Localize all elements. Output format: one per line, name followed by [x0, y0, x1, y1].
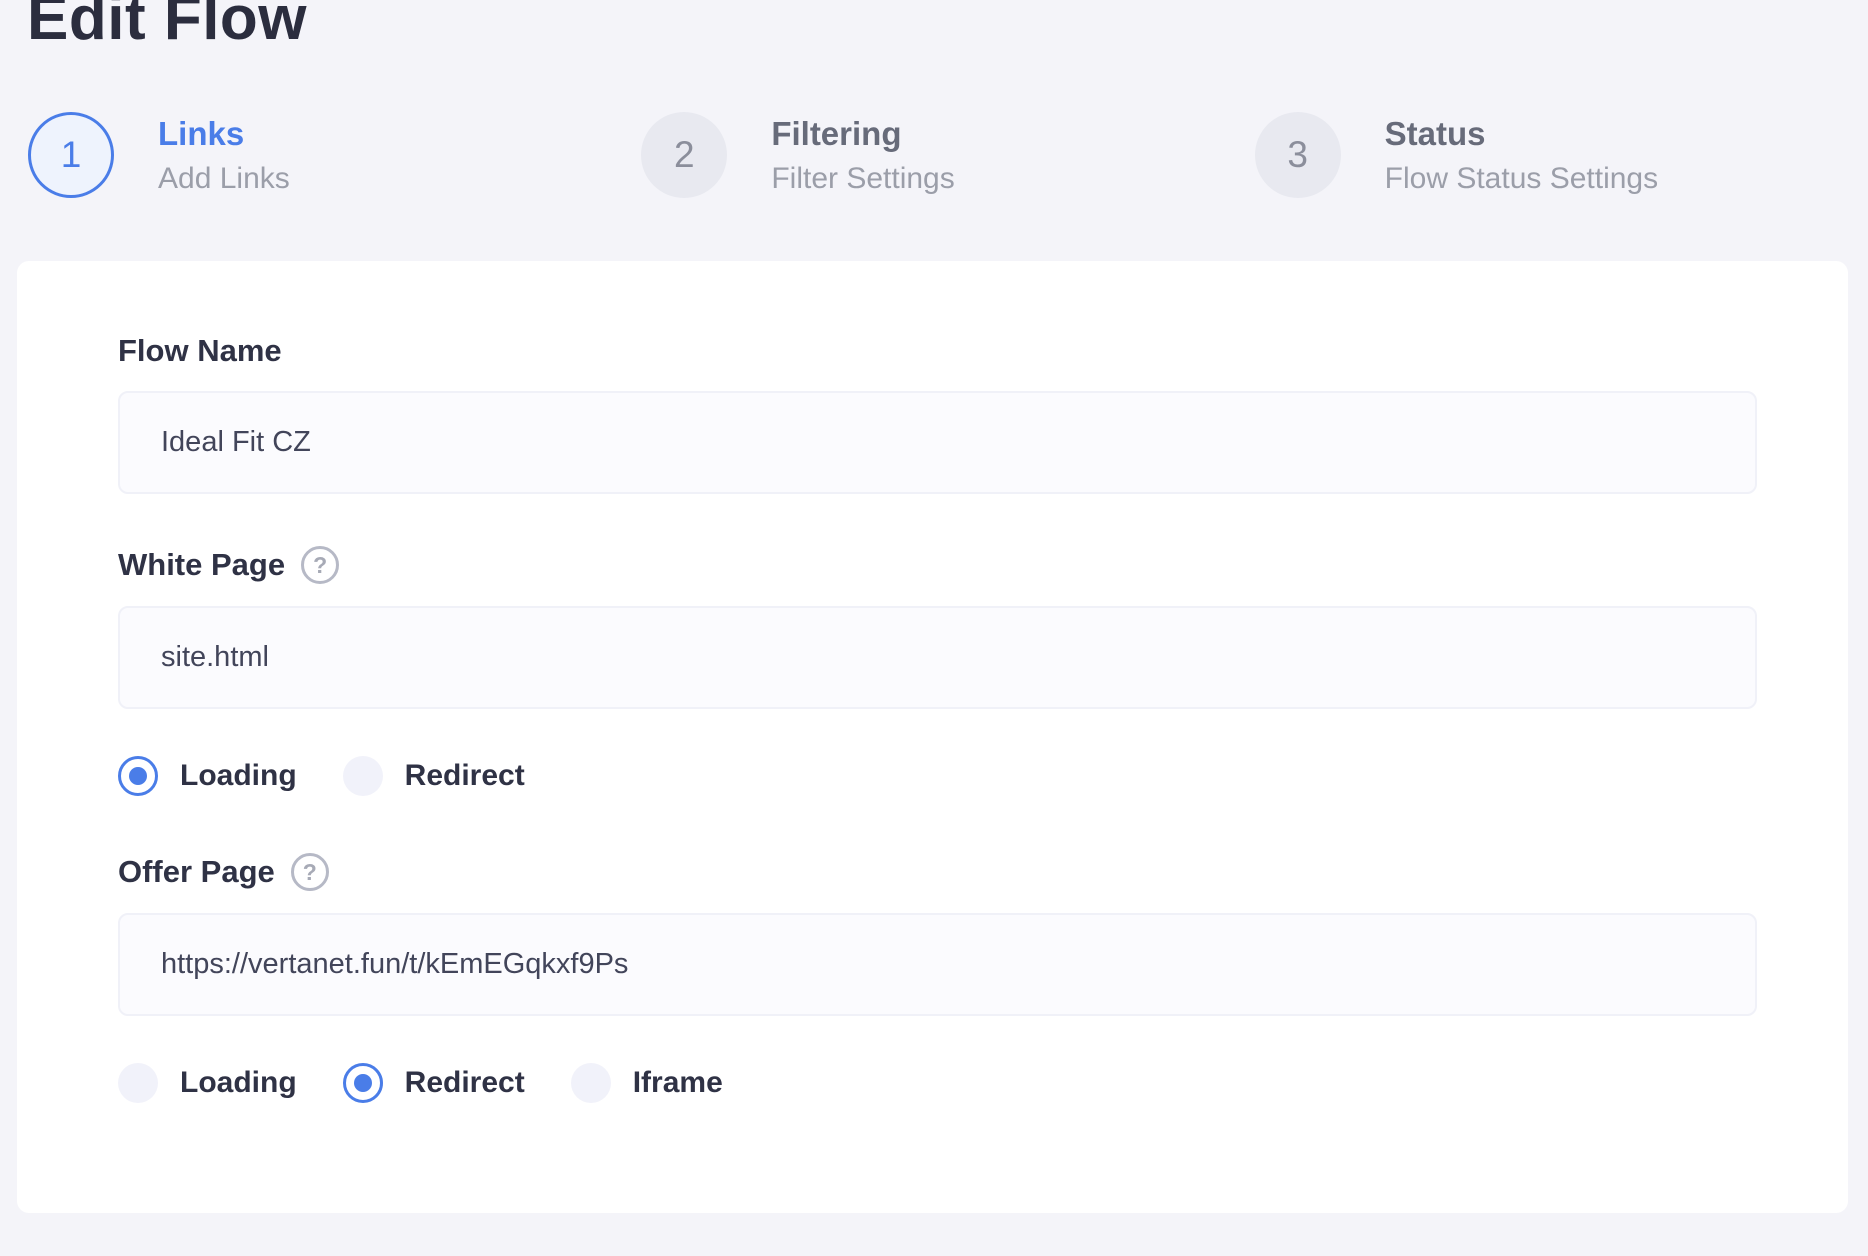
step-texts: Links Add Links: [158, 115, 290, 196]
radio-label: Redirect: [405, 1066, 525, 1100]
white-page-mode-loading[interactable]: Loading: [118, 756, 297, 796]
white-page-input[interactable]: [118, 606, 1757, 709]
flow-name-label: Flow Name: [118, 333, 1757, 369]
step-title: Filtering: [771, 115, 954, 153]
radio-label: Loading: [180, 1066, 297, 1100]
white-page-label-row: White Page ?: [118, 546, 1757, 584]
radio-icon: [118, 1063, 158, 1103]
step-number-badge: 1: [28, 112, 114, 198]
offer-page-mode-redirect[interactable]: Redirect: [343, 1063, 525, 1103]
help-icon[interactable]: ?: [301, 546, 339, 584]
white-page-mode-radios: Loading Redirect: [118, 756, 1757, 796]
white-page-mode-redirect[interactable]: Redirect: [343, 756, 525, 796]
step-status[interactable]: 3 Status Flow Status Settings: [1255, 112, 1868, 198]
step-number-badge: 2: [641, 112, 727, 198]
flow-name-input[interactable]: [118, 391, 1757, 494]
step-title: Status: [1385, 115, 1658, 153]
page-title: Edit Flow: [27, 0, 1868, 48]
radio-icon: [343, 756, 383, 796]
radio-icon: [571, 1063, 611, 1103]
white-page-label: White Page: [118, 547, 285, 583]
step-texts: Status Flow Status Settings: [1385, 115, 1658, 196]
step-texts: Filtering Filter Settings: [771, 115, 954, 196]
step-subtitle: Filter Settings: [771, 162, 954, 196]
edit-flow-page: Edit Flow 1 Links Add Links 2 Filtering …: [0, 0, 1868, 1246]
offer-page-mode-radios: Loading Redirect Iframe: [118, 1063, 1757, 1103]
wizard-stepper: 1 Links Add Links 2 Filtering Filter Set…: [28, 112, 1868, 198]
step-title: Links: [158, 115, 290, 153]
step-number-badge: 3: [1255, 112, 1341, 198]
offer-page-label: Offer Page: [118, 854, 275, 890]
links-form-card: Flow Name White Page ? Loading Redirect …: [17, 261, 1848, 1213]
step-subtitle: Flow Status Settings: [1385, 162, 1658, 196]
step-filtering[interactable]: 2 Filtering Filter Settings: [641, 112, 1254, 198]
step-links[interactable]: 1 Links Add Links: [28, 112, 641, 198]
radio-label: Redirect: [405, 759, 525, 793]
offer-page-label-row: Offer Page ?: [118, 853, 1757, 891]
step-subtitle: Add Links: [158, 162, 290, 196]
radio-label: Loading: [180, 759, 297, 793]
radio-icon: [118, 756, 158, 796]
offer-page-mode-iframe[interactable]: Iframe: [571, 1063, 723, 1103]
offer-page-input[interactable]: [118, 913, 1757, 1016]
help-icon[interactable]: ?: [291, 853, 329, 891]
radio-icon: [343, 1063, 383, 1103]
offer-page-mode-loading[interactable]: Loading: [118, 1063, 297, 1103]
radio-label: Iframe: [633, 1066, 723, 1100]
